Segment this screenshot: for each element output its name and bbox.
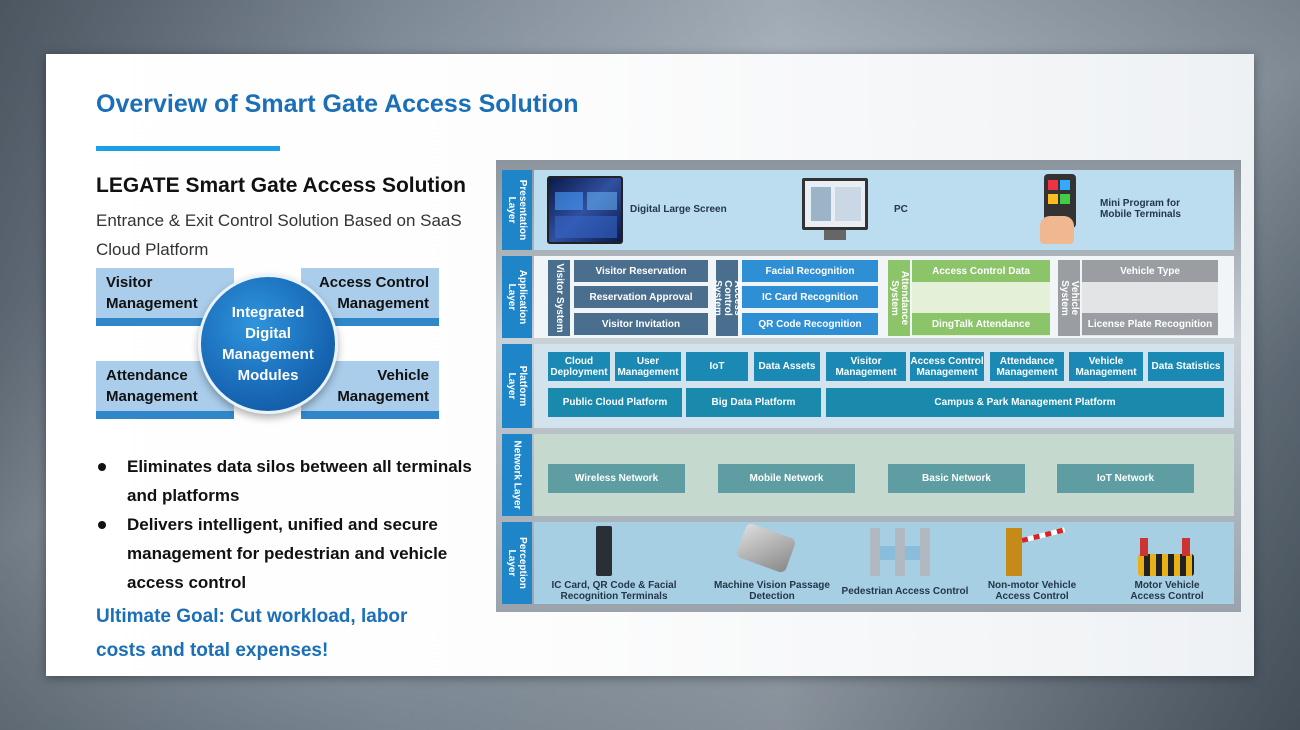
page-title: Overview of Smart Gate Access Solution [96,90,579,118]
pc-stand-icon [824,230,846,240]
app-vehicle-type: Vehicle Type [1082,260,1218,282]
attendance-system-tab: Attendance System [888,260,910,336]
pc-icon [802,178,868,230]
slide-card: Overview of Smart Gate Access Solution L… [46,54,1254,676]
presentation-item-pc: PC [894,204,908,215]
perception-item-machine-vision: Machine Vision Passage Detection [714,580,830,602]
vehicle-system-tab: Vehicle System [1058,260,1080,336]
presentation-item-mini-program: Mini Program for Mobile Terminals [1100,198,1181,220]
bullet-item: Delivers intelligent, unified and secure… [96,510,476,597]
presentation-item-large-screen: Digital Large Screen [630,204,727,215]
perception-item-terminals: IC Card, QR Code & Facial Recognition Te… [551,580,677,602]
app-facial-recognition: Facial Recognition [742,260,878,282]
ultimate-goal: Ultimate Goal: Cut workload, labor costs… [96,606,408,661]
perception-item-non-motor: Non-motor Vehicle Access Control [987,580,1077,602]
app-qr-code-recognition: QR Code Recognition [742,313,878,335]
platform-layer-tab: Platform Layer [502,344,532,428]
platform-attendance-management: Attendance Management [990,352,1064,381]
turnstile-icon [870,528,930,576]
app-ic-card-recognition: IC Card Recognition [742,286,878,308]
architecture-diagram: Presentation Layer Digital Large Screen … [496,160,1241,612]
perception-item-motor: Motor Vehicle Access Control [1130,580,1204,602]
bullet-list: Eliminates data silos between all termin… [96,452,476,597]
platform-vehicle-management: Vehicle Management [1069,352,1143,381]
perception-layer-tab: Perception Layer [502,522,532,604]
platform-iot: IoT [686,352,748,381]
motor-vehicle-gate-icon [1134,538,1198,576]
presentation-layer-tab: Presentation Layer [502,170,532,250]
app-reservation-approval: Reservation Approval [574,286,708,308]
terminal-icon [596,526,612,576]
perception-layer: Perception Layer IC Card, QR Code & Faci… [502,522,1234,604]
platform-campus-park: Campus & Park Management Platform [826,388,1224,417]
network-basic: Basic Network [888,464,1025,493]
perception-item-pedestrian: Pedestrian Access Control [841,586,969,597]
platform-data-statistics: Data Statistics [1148,352,1224,381]
platform-big-data: Big Data Platform [686,388,821,417]
barrier-gate-icon [1006,527,1066,576]
platform-public-cloud: Public Cloud Platform [548,388,682,417]
platform-user-management: User Management [615,352,681,381]
integrated-modules-circle: Integrated Digital Management Modules [198,274,338,414]
title-underline [96,146,280,151]
app-access-control-data: Access Control Data [912,260,1050,282]
access-system-tab: Access Control System [712,260,743,336]
platform-access-control-management: Access Control Management [910,352,984,381]
platform-visitor-management: Visitor Management [826,352,906,381]
solution-name: LEGATE Smart Gate Access Solution [96,174,466,197]
app-dingtalk-attendance: DingTalk Attendance [912,313,1050,335]
application-layer: Application Layer Visitor System Visitor… [502,256,1234,338]
platform-data-assets: Data Assets [754,352,820,381]
presentation-layer: Presentation Layer Digital Large Screen … [502,170,1234,250]
network-wireless: Wireless Network [548,464,685,493]
solution-description: Entrance & Exit Control Solution Based o… [96,211,462,259]
hand-icon [1040,216,1074,244]
app-visitor-reservation: Visitor Reservation [574,260,708,282]
platform-layer: Platform Layer Cloud Deployment User Man… [502,344,1234,428]
machine-vision-icon [735,522,797,574]
large-screen-icon [547,176,623,244]
application-layer-tab: Application Layer [502,256,532,338]
visitor-system-tab: Visitor System [548,260,570,336]
app-visitor-invitation: Visitor Invitation [574,313,708,335]
network-layer: Network Layer Wireless Network Mobile Ne… [502,434,1234,516]
platform-cloud-deployment: Cloud Deployment [548,352,610,381]
network-mobile: Mobile Network [718,464,855,493]
network-layer-tab: Network Layer [502,434,532,516]
network-iot: IoT Network [1057,464,1194,493]
bullet-item: Eliminates data silos between all termin… [96,452,476,510]
app-license-plate-recognition: License Plate Recognition [1082,313,1218,335]
